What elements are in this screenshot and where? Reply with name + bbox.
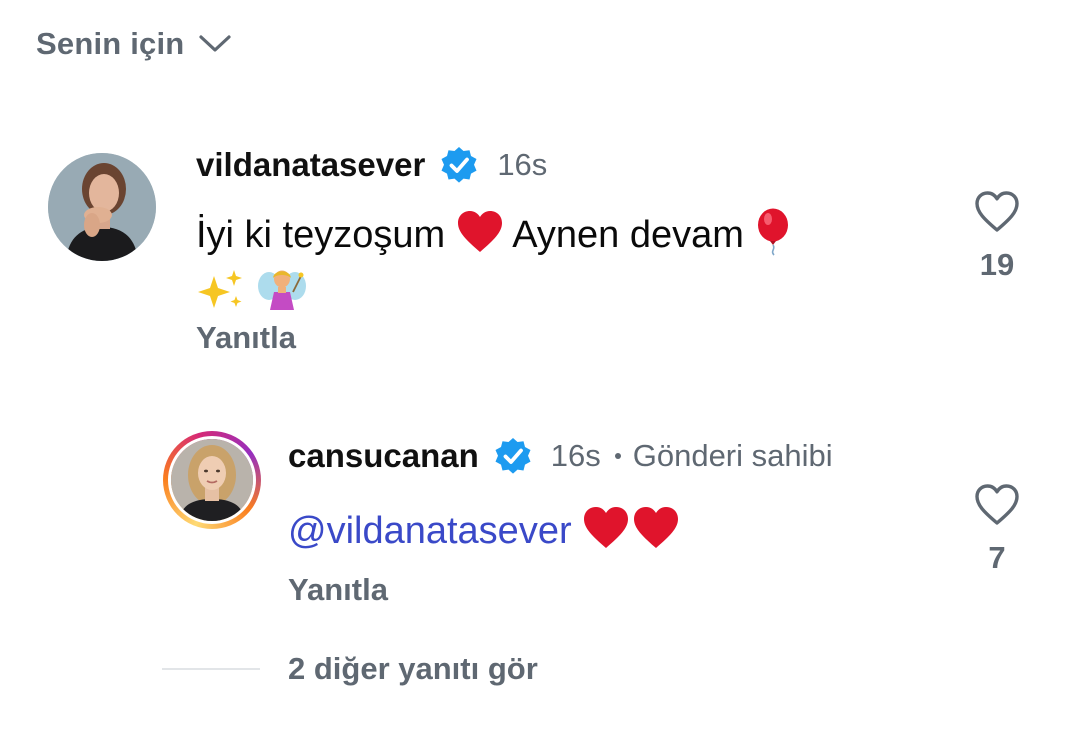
comment-text: İyi ki teyzoşum Aynen devam [196, 208, 916, 326]
post-owner-label: Gönderi sahibi [632, 438, 833, 473]
reply-button[interactable]: Yanıtla [288, 572, 388, 608]
heart-outline-icon [973, 190, 1021, 239]
thread-line [162, 668, 260, 670]
view-more-replies-button[interactable]: 2 diğer yanıtı gör [162, 651, 538, 687]
reply-time: 16s [550, 438, 601, 473]
red-heart-icon [582, 506, 630, 560]
verified-badge-icon [493, 436, 533, 476]
avatar[interactable] [48, 153, 156, 261]
heart-outline-icon [973, 483, 1021, 532]
like-count: 7 [988, 540, 1006, 575]
feed-filter-dropdown[interactable]: Senin için [36, 26, 232, 62]
feed-filter-label: Senin için [36, 26, 185, 61]
story-ring[interactable] [163, 431, 261, 529]
verified-badge-icon [439, 145, 479, 185]
reply-text: @vildanatasever [288, 506, 908, 560]
separator-dot [614, 453, 621, 459]
avatar[interactable] [168, 436, 256, 524]
comment-text-part: İyi ki teyzoşum [196, 214, 446, 257]
red-heart-icon [632, 506, 680, 560]
red-heart-icon [456, 210, 504, 264]
comment-meta: vildanatasever 16s [196, 145, 547, 185]
mention-link[interactable]: @vildanatasever [288, 510, 572, 552]
like-count: 19 [979, 247, 1015, 282]
balloon-icon [754, 208, 794, 266]
username[interactable]: vildanatasever [196, 146, 425, 184]
view-more-replies-label: 2 diğer yanıtı gör [288, 651, 538, 686]
chevron-down-icon [198, 34, 232, 54]
like-button[interactable]: 19 [967, 190, 1027, 283]
reply-button[interactable]: Yanıtla [196, 320, 296, 356]
sparkles-icon [196, 268, 246, 324]
username[interactable]: cansucanan [288, 437, 479, 475]
reply-meta: cansucanan 16s Gönderi sahibi [288, 436, 833, 476]
like-button[interactable]: 7 [967, 483, 1027, 576]
comment-time: 16s [497, 147, 548, 182]
fairy-icon [257, 266, 307, 326]
comment-text-part: Aynen devam [512, 214, 744, 257]
